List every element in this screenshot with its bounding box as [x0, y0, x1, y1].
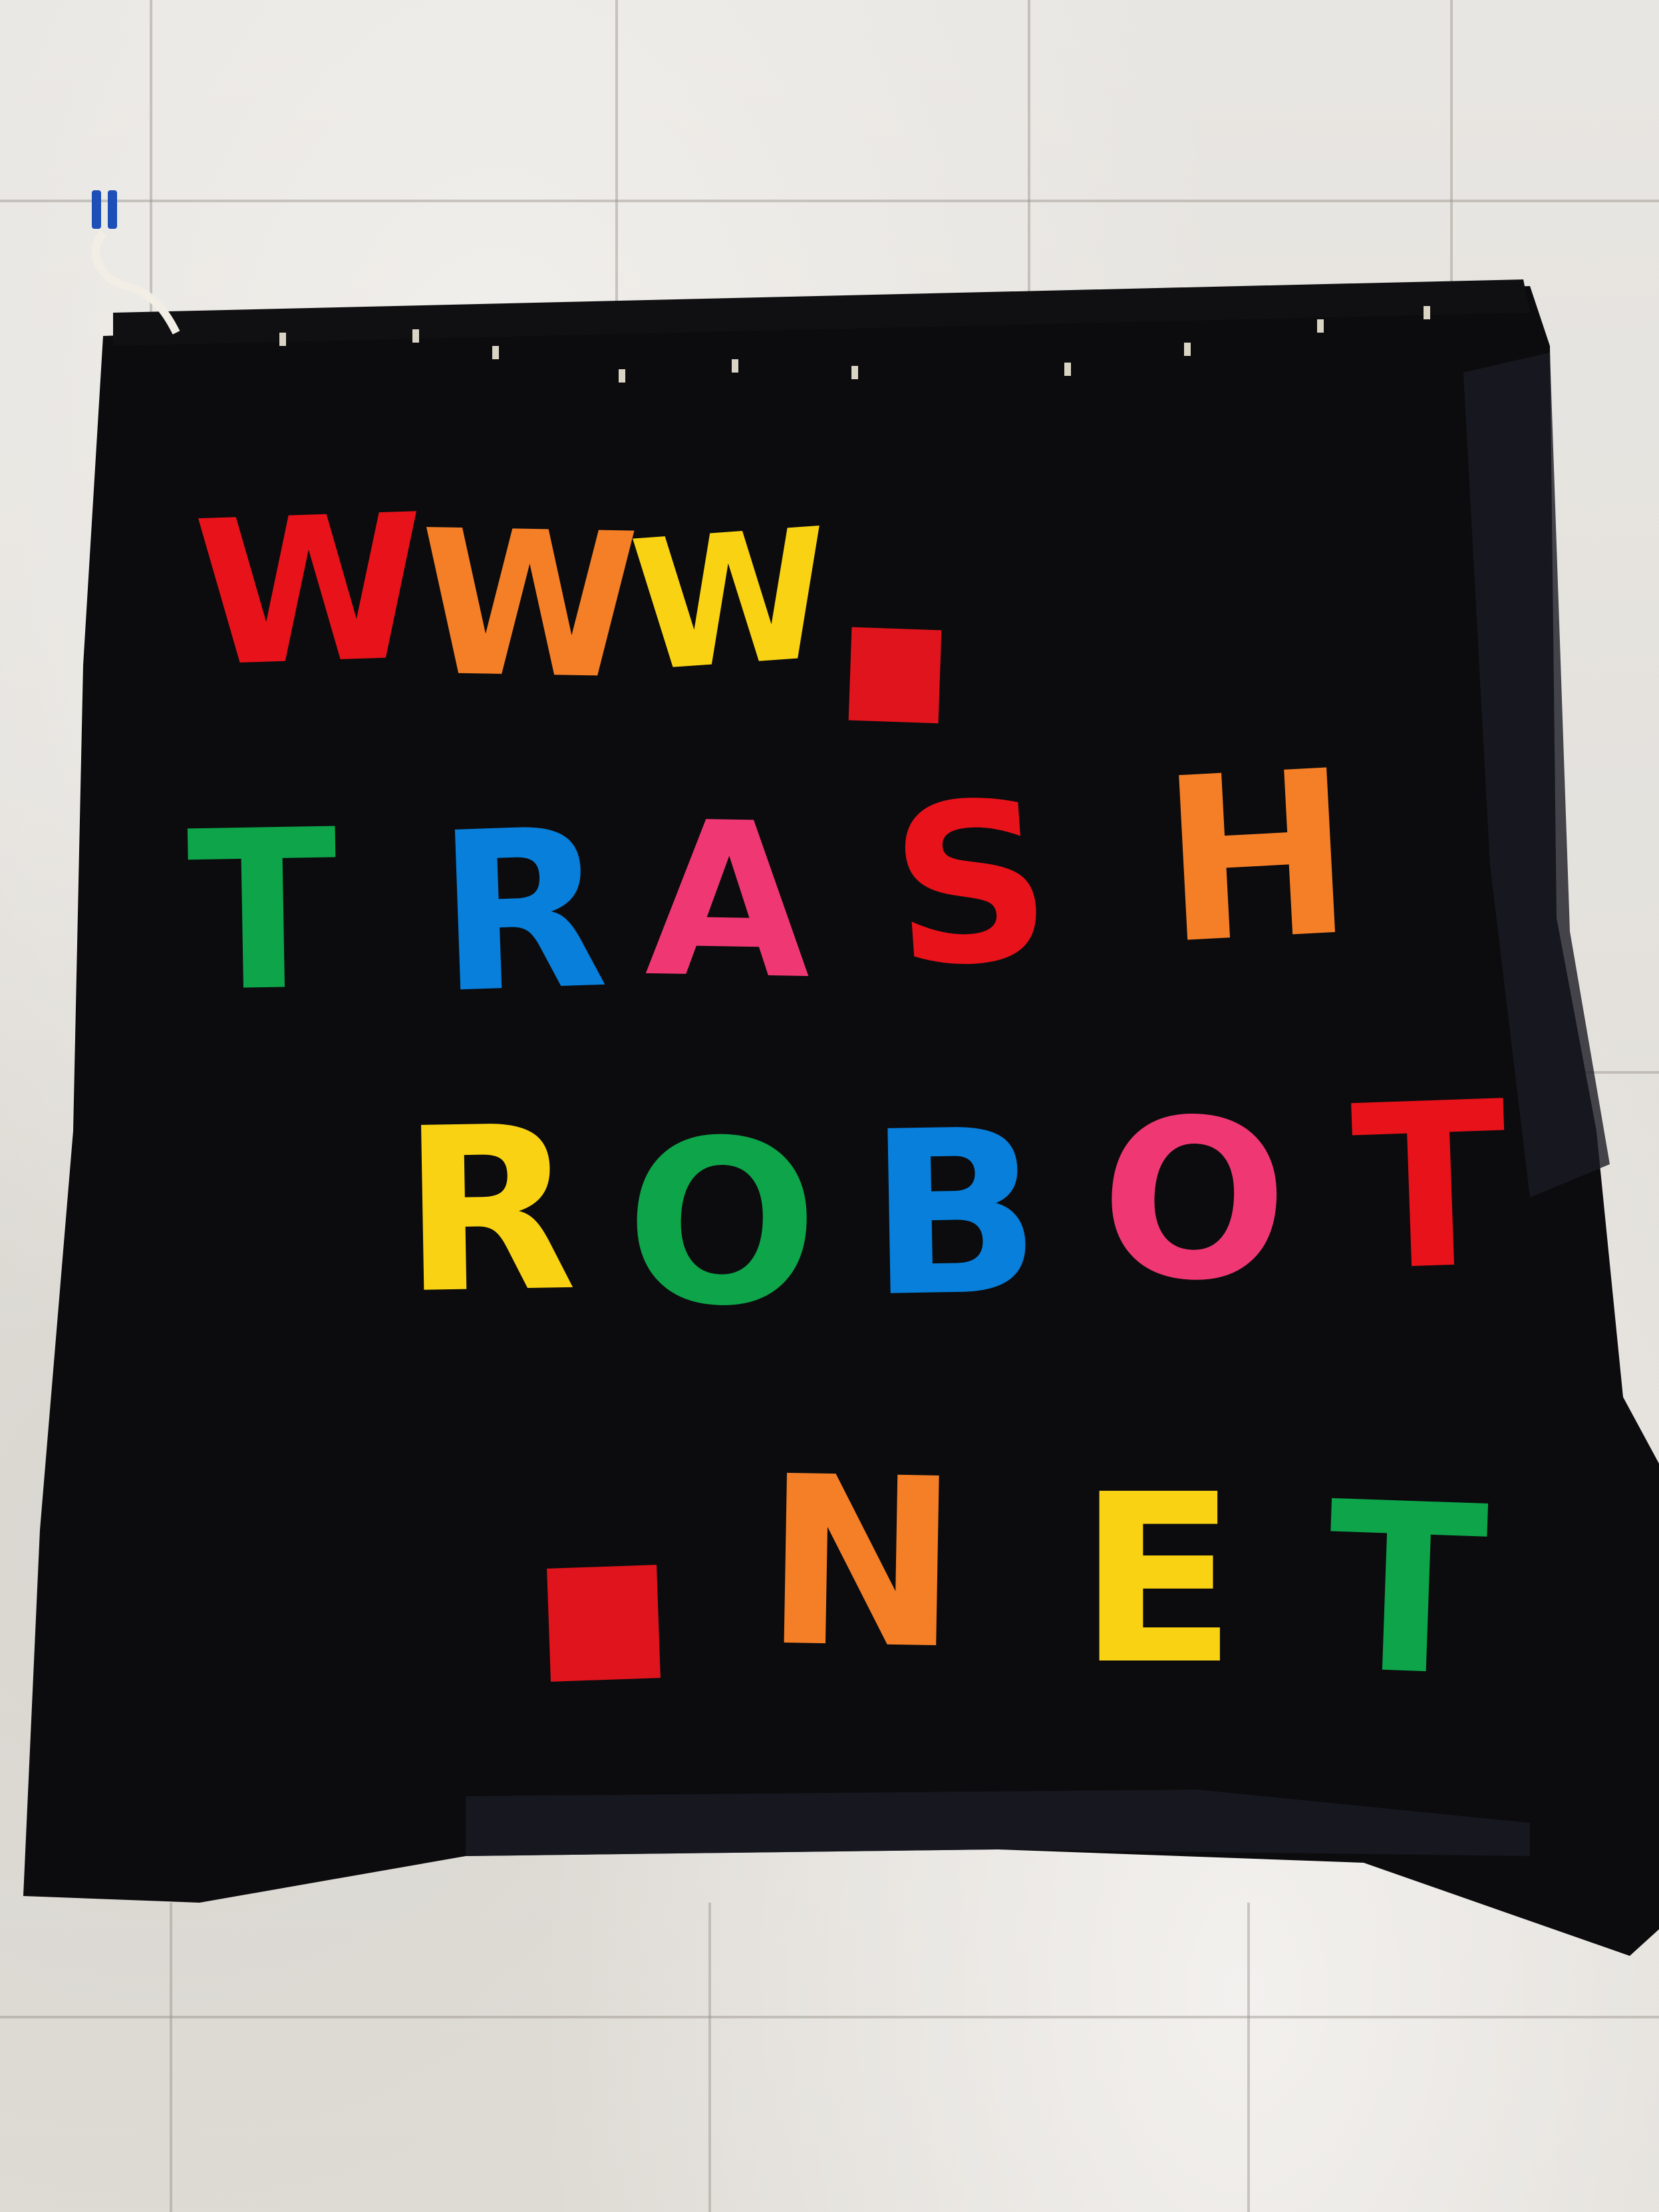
letter-a: A [643, 776, 814, 1027]
dot-1 [848, 627, 942, 724]
letter-r-2: R [399, 1077, 579, 1344]
dot-2 [547, 1565, 661, 1682]
letter-t-2: T [1348, 1053, 1512, 1322]
letter-w-3: W [625, 489, 837, 712]
letter-r-1: R [433, 780, 611, 1042]
letter-w-1: W [190, 471, 430, 711]
letter-t-1: T [186, 782, 340, 1040]
letter-t-3: T [1322, 1451, 1491, 1729]
letter-o-2: O [1094, 1068, 1294, 1334]
felt-banner: W W W T R A S H R O B O T N E T [0, 0, 1659, 2212]
letter-h: H [1155, 721, 1359, 995]
letter-b: B [865, 1080, 1044, 1348]
clip-icon [92, 190, 101, 229]
letter-o-1: O [621, 1089, 823, 1359]
letter-e: E [1078, 1444, 1237, 1716]
letter-n: N [761, 1426, 961, 1701]
letter-s: S [883, 752, 1059, 1018]
letter-w-2: W [416, 487, 641, 724]
